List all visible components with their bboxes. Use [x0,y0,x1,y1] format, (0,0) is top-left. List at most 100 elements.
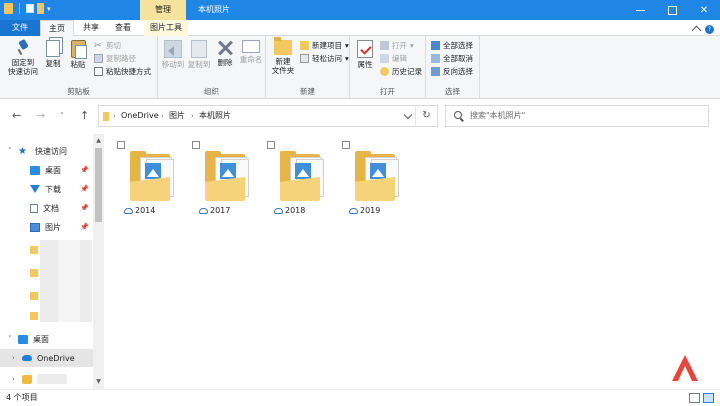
scroll-down-icon[interactable]: ▼ [93,377,104,387]
tab-home[interactable]: 主页 [40,20,74,37]
easy-access-chevron-down-icon: ▾ [345,54,349,63]
navigation-pane: ˅ ★ 快速访问 桌面 📌 下载 📌 文档 📌 图片 📌 ˅ 桌面 › OneD… [0,134,104,389]
open-group-label: 打开 [380,87,395,96]
open-button[interactable]: 打开 ▾ [380,40,414,51]
expand-chevron-icon[interactable]: › [12,375,22,383]
address-dropdown-chevron-icon[interactable] [403,110,413,120]
sidebar-item-onedrive[interactable]: › OneDrive [0,349,93,367]
pin-to-quick-access-button[interactable]: 固定到 快速访问 [4,40,42,76]
breadcrumb-chevron-icon[interactable]: › [161,106,164,126]
history-button[interactable]: 历史记录 [380,66,422,77]
brand-logo-icon [672,355,698,381]
expand-chevron-icon[interactable]: ˅ [8,335,18,343]
breadcrumb-current[interactable]: 本机照片 [199,106,231,126]
properties-button[interactable]: 属性 [354,40,376,69]
easy-access-button[interactable]: 轻松访问 ▾ [300,53,349,64]
address-bar[interactable]: › OneDrive › 图片 › 本机照片 ↻ [98,105,438,127]
folder-name: 2019 [360,206,381,215]
folder-item[interactable]: 2019 [329,140,399,220]
customize-toolbar-chevron-down-icon[interactable]: ▾ [47,5,51,13]
view-switcher [689,393,714,403]
tab-share[interactable]: 共享 [78,20,104,36]
sidebar-item-user[interactable]: › [0,370,93,388]
tab-view[interactable]: 查看 [110,20,136,36]
close-button[interactable]: ✕ [688,0,720,20]
paste-shortcut-button[interactable]: 粘贴快捷方式 [94,66,151,77]
cut-button[interactable]: ✂ 剪切 [94,40,121,51]
organize-group: 移动到 复制到 删除 重命名 组织 [158,36,266,99]
search-icon [454,111,462,119]
edit-label: 编辑 [392,54,407,63]
refresh-button[interactable]: ↻ [415,106,437,126]
rename-button[interactable]: 重命名 [238,40,264,64]
copy-to-button[interactable]: 复制到 [186,40,212,69]
ribbon-tabs: 文件 主页 共享 查看 图片工具 ? [0,20,720,37]
folder-caption: 2019 [349,206,399,215]
details-view-icon[interactable] [689,393,700,403]
minimize-button[interactable] [624,0,656,20]
breadcrumb-onedrive[interactable]: OneDrive [121,106,159,126]
tab-picture-tools[interactable]: 图片工具 [144,20,188,36]
scroll-up-icon[interactable]: ▲ [93,136,104,146]
large-icons-view-icon[interactable] [703,393,714,403]
folder-item[interactable]: 2014 [104,140,174,220]
invert-selection-button[interactable]: 反向选择 [431,66,473,77]
search-input[interactable]: 搜索"本机照片" [470,106,525,126]
new-item-chevron-down-icon: ▾ [345,41,349,50]
recent-locations-button[interactable]: ˅ [60,112,64,120]
item-checkbox[interactable] [117,141,125,149]
navigation-pane-scrollbar[interactable]: ▲ ▼ [93,134,104,389]
tab-file[interactable]: 文件 [0,20,40,36]
tab-manage[interactable]: 管理 [140,0,186,20]
copy-to-label: 复制到 [187,60,211,69]
folder-item[interactable]: 2018 [254,140,324,220]
breadcrumb-chevron-icon[interactable]: › [113,106,116,126]
maximize-button[interactable] [656,0,688,20]
cloud-status-icon [349,207,358,214]
paste-button[interactable]: 粘贴 [66,40,90,69]
new-folder-icon[interactable] [37,3,44,14]
item-checkbox[interactable] [342,141,350,149]
search-box[interactable]: 搜索"本机照片" [445,105,709,127]
new-folder-label: 新建 文件夹 [271,57,295,75]
copy-to-icon [191,40,207,58]
sidebar-item-quick-access[interactable]: ˅ ★ 快速访问 [0,142,93,160]
expand-chevron-icon[interactable]: › [12,354,22,362]
organize-group-label: 组织 [204,87,219,96]
collapse-ribbon-chevron-icon[interactable] [691,25,702,36]
properties-icon[interactable] [26,4,34,13]
invert-selection-icon [431,67,440,76]
copy-path-button[interactable]: 复制路径 [94,53,136,64]
sidebar-item-desktop[interactable]: 桌面 📌 [0,161,93,179]
edit-button[interactable]: 编辑 [380,53,407,64]
select-none-label: 全部取消 [443,54,473,63]
copy-button[interactable]: 复制 [42,40,64,68]
forward-button[interactable]: → [36,109,45,122]
item-checkbox[interactable] [267,141,275,149]
sidebar-item-downloads[interactable]: 下载 📌 [0,180,93,198]
folder-icon [30,312,38,320]
expand-chevron-icon[interactable]: ˅ [8,147,18,155]
ribbon: 固定到 快速访问 复制 粘贴 ✂ 剪切 复制路径 粘贴快捷方式 剪贴板 移动到 [0,36,720,99]
folder-item[interactable]: 2017 [179,140,249,220]
pin-icon: 📌 [80,166,89,174]
scrollbar-thumb[interactable] [95,148,102,222]
sidebar-item-documents[interactable]: 文档 📌 [0,199,93,217]
new-folder-button[interactable]: 新建 文件夹 [268,37,298,75]
user-folder-icon [22,374,32,384]
select-all-button[interactable]: 全部选择 [431,40,473,51]
new-item-button[interactable]: 新建项目 ▾ [300,40,349,51]
move-to-button[interactable]: 移动到 [160,40,186,69]
back-button[interactable]: ← [12,109,21,122]
sidebar-item-desktop-root[interactable]: ˅ 桌面 [0,330,93,348]
breadcrumb-pictures[interactable]: 图片 [169,106,185,126]
help-icon[interactable]: ? [705,24,714,34]
up-button[interactable]: ↑ [80,109,89,122]
select-none-button[interactable]: 全部取消 [431,53,473,64]
item-checkbox[interactable] [192,141,200,149]
delete-button[interactable]: 删除 [214,40,236,67]
up-arrow-icon: ↑ [80,109,90,122]
sidebar-item-pictures[interactable]: 图片 📌 [0,218,93,236]
redacted-overlay [58,240,80,322]
breadcrumb-chevron-icon[interactable]: › [191,106,194,126]
